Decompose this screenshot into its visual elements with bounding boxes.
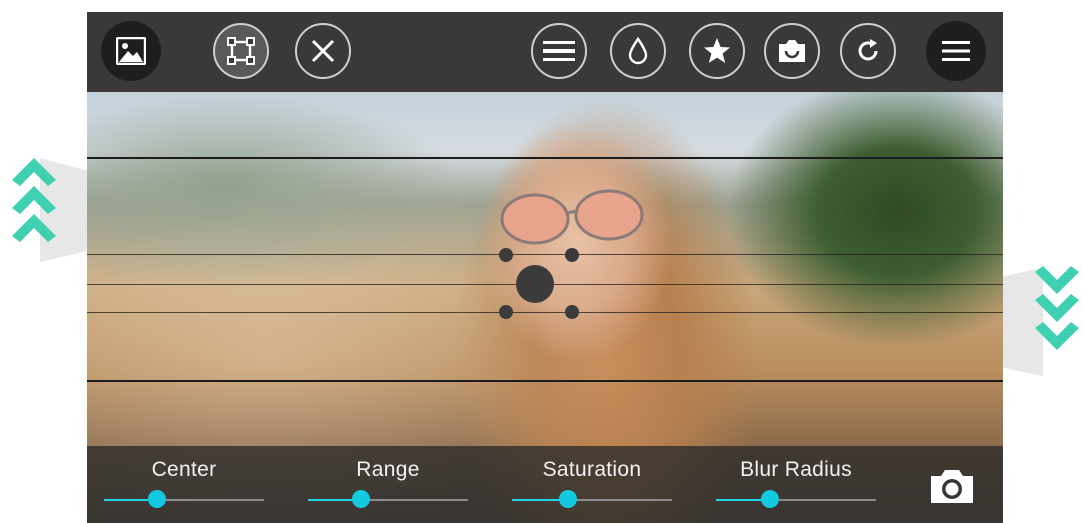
gallery-button[interactable] <box>101 21 161 81</box>
range-slider-label: Range <box>356 458 420 481</box>
photo-subject-sunglasses <box>500 189 644 245</box>
blur-radius-slider-knob[interactable] <box>761 490 780 508</box>
blur-radius-slider-label: Blur Radius <box>740 458 852 481</box>
linear-blur-icon <box>543 41 575 61</box>
menu-icon <box>942 41 970 61</box>
blur-center-handle[interactable] <box>516 265 554 303</box>
center-slider[interactable]: Center <box>104 446 264 523</box>
center-slider-knob[interactable] <box>147 490 166 508</box>
camera-icon[interactable] <box>929 467 975 505</box>
range-slider[interactable]: Range <box>308 446 468 523</box>
favorites-button[interactable] <box>689 23 745 79</box>
linear-blur-button[interactable] <box>531 23 587 79</box>
rotate-handle-top-right[interactable] <box>565 248 579 262</box>
blur-outer-line-top[interactable] <box>87 157 1003 159</box>
rotate-icon <box>858 39 878 61</box>
blur-outer-line-bottom[interactable] <box>87 380 1003 382</box>
saturation-slider-knob[interactable] <box>559 490 577 508</box>
star-icon <box>704 38 730 63</box>
range-slider-track[interactable] <box>308 490 468 508</box>
photo-editor-app: Center Range Saturation Blur Radius <box>87 12 1003 523</box>
saturation-slider-track[interactable] <box>512 490 672 508</box>
blur-radius-slider-track[interactable] <box>716 490 876 508</box>
rotate-handle-bottom-right[interactable] <box>565 305 579 319</box>
selfie-camera-icon <box>779 40 805 62</box>
menu-button[interactable] <box>926 21 986 81</box>
scroll-up-chevrons-decoration <box>12 158 92 262</box>
droplet-icon <box>628 37 648 65</box>
top-toolbar <box>87 12 1003 92</box>
saturation-slider-label: Saturation <box>542 458 642 481</box>
selfie-camera-button[interactable] <box>764 23 820 79</box>
crop-icon <box>227 37 255 65</box>
rotate-handle-bottom-left[interactable] <box>499 305 513 319</box>
crop-button[interactable] <box>213 23 269 79</box>
rotate-handle-top-left[interactable] <box>499 248 513 262</box>
radial-blur-button[interactable] <box>610 23 666 79</box>
center-slider-label: Center <box>151 458 217 481</box>
range-slider-knob[interactable] <box>351 490 370 508</box>
image-icon <box>116 37 146 65</box>
scroll-down-chevrons-decoration <box>995 266 1079 376</box>
blur-inner-line-top[interactable] <box>87 254 1003 255</box>
saturation-slider[interactable]: Saturation <box>512 446 672 523</box>
blur-radius-slider[interactable]: Blur Radius <box>716 446 876 523</box>
center-slider-track[interactable] <box>104 490 264 508</box>
close-icon <box>311 39 335 63</box>
rotate-button[interactable] <box>840 23 896 79</box>
close-button[interactable] <box>295 23 351 79</box>
blur-inner-line-bottom[interactable] <box>87 312 1003 313</box>
